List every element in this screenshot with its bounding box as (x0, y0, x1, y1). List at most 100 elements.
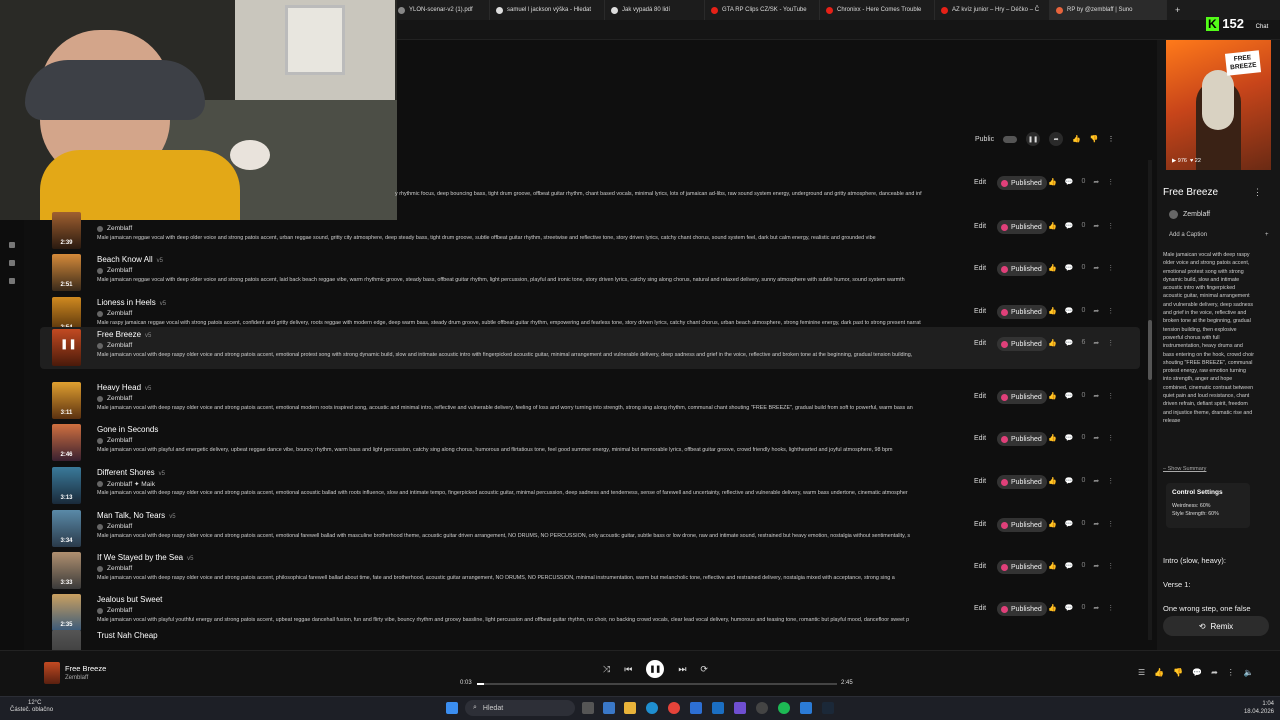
volume-icon[interactable]: 🔈 (1244, 668, 1254, 677)
published-badge[interactable]: Published (997, 390, 1047, 404)
player-thumbnail[interactable] (44, 662, 60, 684)
song-title[interactable] (97, 213, 101, 222)
steam-icon[interactable] (822, 702, 834, 714)
more-icon[interactable]: ⋮ (1107, 264, 1114, 272)
song-row[interactable]: 2:46 Gone in Seconds Zemblaff Male jamaican… (40, 422, 1140, 464)
song-row[interactable]: 2:51 Beach Know All v5 Zemblaff Male jamaica… (40, 252, 1140, 294)
song-title[interactable]: Heavy Head v5 (97, 383, 151, 392)
previous-icon[interactable]: ⏮ (624, 664, 632, 675)
address-bar[interactable] (395, 20, 1280, 40)
more-icon[interactable]: ⋮ (1107, 307, 1114, 315)
published-badge[interactable]: Published (997, 176, 1047, 190)
song-author[interactable]: Zemblaff (97, 523, 132, 530)
edit-button[interactable]: Edit (974, 393, 986, 400)
published-badge[interactable]: Published (997, 432, 1047, 446)
detail-author[interactable]: Zemblaff (1169, 210, 1210, 219)
browser-tab[interactable]: GTA RP Clips CZ/SK - YouTube (705, 0, 820, 20)
song-author[interactable]: Zemblaff ✦ Maik (97, 480, 155, 488)
comment-icon[interactable]: 💬 (1065, 307, 1074, 315)
song-row[interactable]: 3:13 Different Shores v5 Zemblaff ✦ Maik Mal… (40, 465, 1140, 507)
queue-icon[interactable]: ☰ (1138, 668, 1145, 677)
edit-button[interactable]: Edit (974, 223, 986, 230)
next-icon[interactable]: ⏭ (678, 664, 686, 675)
browser-tab[interactable]: Chronixx - Here Comes Trouble (820, 0, 935, 20)
repeat-icon[interactable]: ⟳ (700, 664, 708, 675)
song-title[interactable]: Gone in Seconds (97, 425, 162, 434)
browser-tab[interactable]: YLON-scenar-v2 (1).pdf (392, 0, 490, 20)
share-icon[interactable]: ➦ (1093, 178, 1099, 186)
store-icon[interactable] (690, 702, 702, 714)
share-icon[interactable]: ➦ (1093, 520, 1099, 528)
share-icon[interactable]: ➦ (1093, 392, 1099, 400)
comment-icon[interactable]: 💬 (1065, 477, 1074, 485)
settings-icon[interactable] (756, 702, 768, 714)
published-badge[interactable]: Published (997, 220, 1047, 234)
like-icon[interactable]: 👍 (1048, 307, 1057, 315)
published-badge[interactable]: Published (997, 602, 1047, 616)
song-author[interactable]: Zemblaff (97, 565, 132, 572)
edit-button[interactable]: Edit (974, 179, 986, 186)
like-icon[interactable]: 👍 (1048, 520, 1057, 528)
edit-button[interactable]: Edit (974, 435, 986, 442)
like-icon[interactable]: 👍 (1048, 434, 1057, 442)
edit-button[interactable]: Edit (974, 308, 986, 315)
remix-button[interactable]: ⟲ Remix (1163, 616, 1269, 636)
share-icon[interactable]: ➦ (1211, 668, 1218, 677)
song-title[interactable]: Beach Know All v5 (97, 255, 163, 264)
like-icon[interactable]: 👍 (1154, 668, 1164, 677)
dislike-icon[interactable]: 👎 (1173, 668, 1183, 677)
library-icon[interactable] (9, 242, 15, 248)
comment-icon[interactable]: 💬 (1065, 178, 1074, 186)
share-icon[interactable]: ➦ (1093, 477, 1099, 485)
edit-button[interactable]: Edit (974, 340, 986, 347)
comment-icon[interactable]: 💬 (1065, 264, 1074, 272)
like-icon[interactable]: 👍 (1048, 339, 1057, 347)
edit-button[interactable]: Edit (974, 265, 986, 272)
song-author[interactable]: Zemblaff (97, 607, 132, 614)
more-icon[interactable]: ⋮ (1227, 668, 1235, 677)
chrome-icon[interactable] (668, 702, 680, 714)
more-icon[interactable]: ⋮ (1107, 604, 1114, 612)
weather-widget[interactable]: 12°C Částeč. oblačno (10, 700, 53, 714)
published-badge[interactable]: Published (997, 337, 1047, 351)
edit-button[interactable]: Edit (974, 605, 986, 612)
like-icon[interactable]: 👍 (1048, 477, 1057, 485)
published-badge[interactable]: Published (997, 475, 1047, 489)
comment-icon[interactable]: 💬 (1065, 392, 1074, 400)
like-icon[interactable]: 👍 (1048, 264, 1057, 272)
song-row[interactable]: 3:11 Heavy Head v5 Zemblaff Male jamaican vo… (40, 380, 1140, 422)
browser-tab[interactable]: AZ kvíz junior – Hry – Déčko – Č (935, 0, 1050, 20)
share-icon[interactable]: ➦ (1093, 339, 1099, 347)
edge-icon[interactable] (646, 702, 658, 714)
like-icon[interactable]: 👍 (1048, 562, 1057, 570)
song-thumbnail[interactable] (52, 630, 81, 650)
mail-icon[interactable] (712, 702, 724, 714)
like-icon[interactable]: 👍 (1048, 604, 1057, 612)
song-row[interactable]: 3:33 If We Stayed by the Sea v5 Zemblaff Mal… (40, 550, 1140, 592)
song-title[interactable]: Jealous but Sweet (97, 595, 166, 604)
more-icon[interactable]: ⋮ (1107, 178, 1114, 186)
song-title[interactable]: Trust Nah Cheap (97, 631, 162, 640)
file-explorer-icon[interactable] (624, 702, 636, 714)
published-badge[interactable]: Published (997, 305, 1047, 319)
share-icon[interactable]: ➦ (1093, 307, 1099, 315)
comment-icon[interactable]: 💬 (1065, 604, 1074, 612)
share-icon[interactable]: ➦ (1093, 562, 1099, 570)
new-tab-button[interactable]: + (1167, 5, 1188, 15)
browser-tab[interactable]: samuel l jackson výška - Hledat (490, 0, 605, 20)
like-icon[interactable]: 👍 (1048, 222, 1057, 230)
share-icon[interactable]: ➦ (1093, 604, 1099, 612)
song-author[interactable]: Zemblaff (97, 437, 132, 444)
more-icon[interactable]: ⋮ (1107, 520, 1114, 528)
song-title[interactable]: Free Breeze v5 (97, 330, 151, 339)
song-title[interactable]: Lioness in Heels v5 (97, 298, 166, 307)
song-row[interactable]: y rhythmic focus, deep bouncing bass, ti… (40, 166, 1140, 208)
explore-icon[interactable] (9, 278, 15, 284)
show-summary-link[interactable]: – Show Summary (1163, 466, 1206, 472)
song-title[interactable]: Different Shores v5 (97, 468, 165, 477)
create-icon[interactable] (9, 260, 15, 266)
more-icon[interactable]: ⋮ (1107, 562, 1114, 570)
more-icon[interactable]: ⋮ (1107, 477, 1114, 485)
comment-icon[interactable]: 💬 (1065, 339, 1074, 347)
share-icon[interactable]: ➦ (1093, 264, 1099, 272)
